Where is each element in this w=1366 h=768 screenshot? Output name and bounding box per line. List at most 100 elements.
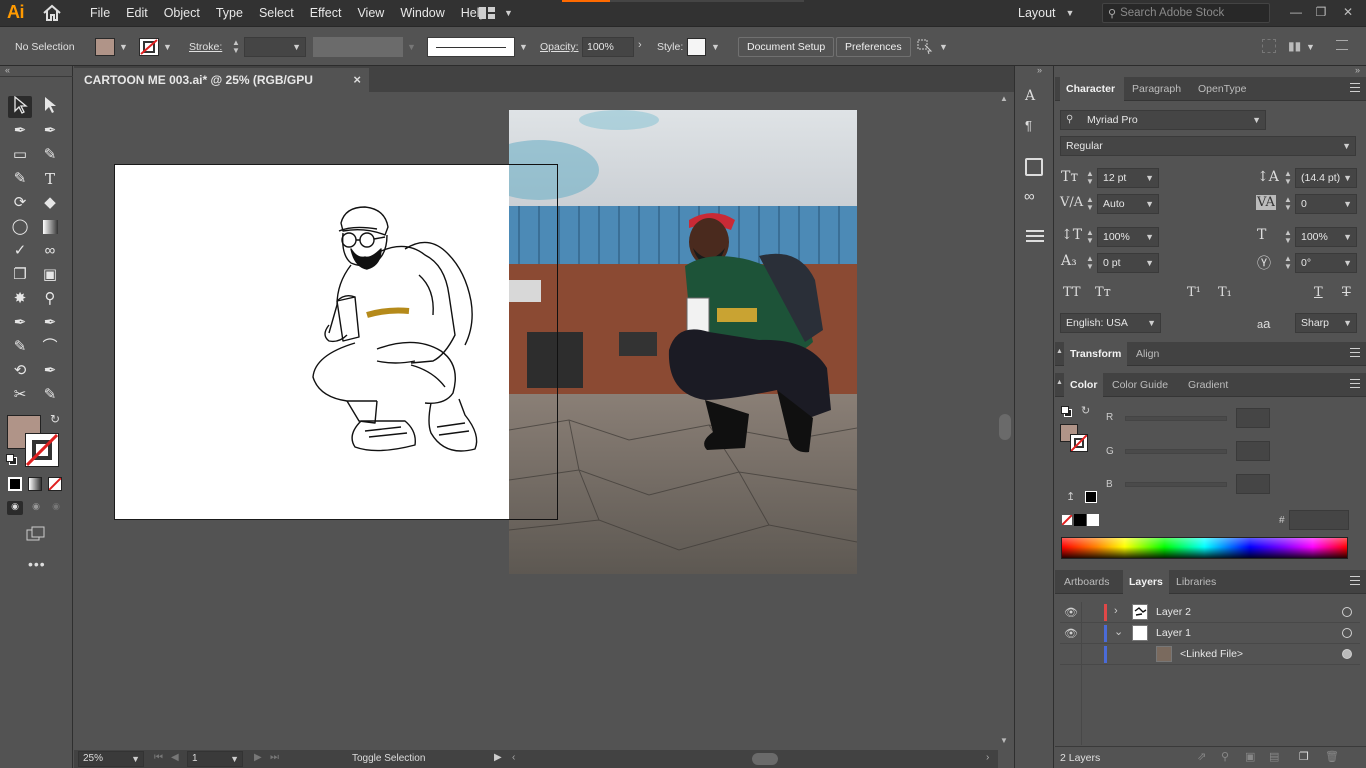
chevron-down-icon[interactable]: ▼ (407, 42, 416, 52)
delete-layer-icon[interactable]: 🗑 (1325, 750, 1339, 763)
anti-alias-dropdown[interactable]: Sharp ▼ (1295, 313, 1357, 333)
graphic-style-swatch[interactable] (687, 38, 706, 56)
subscript-button[interactable]: T₁ (1218, 285, 1232, 300)
leading-field[interactable]: (14.4 pt) ▼ (1295, 168, 1357, 188)
blend-tool-icon[interactable]: ∞ (38, 240, 62, 262)
tab-align[interactable]: Align (1130, 342, 1165, 366)
collapse-panel-icon[interactable]: « (5, 65, 10, 75)
canvas[interactable] (74, 92, 998, 750)
next-artboard-icon[interactable]: ▶ (254, 752, 262, 763)
status-menu-arrow-icon[interactable]: ▶ (494, 752, 502, 763)
chevron-right-icon[interactable]: › (1114, 605, 1118, 617)
artboard-number-field[interactable]: 1 ▼ (187, 751, 243, 767)
menu-view[interactable]: View (349, 0, 392, 26)
panel-menu-icon[interactable] (1350, 576, 1360, 585)
layer-row-linked-file[interactable]: <Linked File> (1060, 644, 1360, 665)
kerning-stepper[interactable]: ▲ ▼ (1086, 196, 1094, 212)
stroke-swatch[interactable] (25, 433, 59, 467)
select-similar-icon[interactable] (916, 38, 934, 56)
web-safe-black-swatch[interactable] (1085, 491, 1097, 503)
artboard-tool-icon[interactable]: ▣ (38, 264, 62, 286)
horizontal-scroll-thumb[interactable] (752, 753, 778, 765)
kerning-field[interactable]: Auto ▼ (1097, 194, 1159, 214)
magic-wand-tool-icon[interactable]: ✸ (8, 288, 32, 310)
scroll-right-icon[interactable]: › (986, 752, 989, 763)
channel-r-slider[interactable] (1125, 416, 1227, 421)
scissors-tool-icon[interactable]: ✂ (8, 384, 32, 406)
hex-field[interactable] (1289, 510, 1349, 530)
chevron-down-icon[interactable]: ▼ (1306, 42, 1315, 52)
tab-color[interactable]: Color (1064, 373, 1104, 397)
scroll-down-icon[interactable]: ▼ (1000, 736, 1008, 745)
gradient-tool-icon[interactable] (38, 216, 62, 238)
white-swatch[interactable] (1087, 514, 1099, 526)
distribute-icon[interactable]: ▮▮ (1288, 39, 1302, 53)
panel-menu-icon[interactable] (1350, 83, 1360, 92)
panel-collapse-arrow-icon[interactable]: ▲ (1056, 348, 1063, 355)
locate-object-icon[interactable]: ⚲ (1221, 750, 1229, 763)
align-icon[interactable] (1262, 39, 1276, 53)
default-colors-icon[interactable] (1061, 406, 1073, 418)
cartoon-line-art[interactable] (115, 165, 559, 521)
tab-transform[interactable]: Transform (1064, 342, 1128, 366)
menu-object[interactable]: Object (156, 0, 208, 26)
layer-name[interactable]: Layer 1 (1156, 627, 1191, 639)
pen-tool-icon[interactable]: ✒ (8, 120, 32, 142)
layer-row-layer-2[interactable]: 👁 › Layer 2 (1060, 602, 1360, 623)
tracking-stepper[interactable]: ▲ ▼ (1284, 196, 1292, 212)
curvature-tool-icon[interactable]: ✒ (38, 120, 62, 142)
add-anchor-point-tool-icon[interactable]: ✒ (38, 312, 62, 334)
baseline-shift-field[interactable]: 0 pt ▼ (1097, 253, 1159, 273)
restore-icon[interactable]: ❐ (1311, 3, 1331, 21)
menu-select[interactable]: Select (251, 0, 302, 26)
menu-window[interactable]: Window (392, 0, 452, 26)
workspace-switcher[interactable]: Layout ▼ (1018, 0, 1074, 26)
chevron-down-icon[interactable]: ▼ (711, 42, 720, 52)
stroke-label[interactable]: Stroke: (189, 41, 222, 53)
type-tool-icon[interactable]: T (38, 168, 62, 190)
free-transform-tool-icon[interactable]: ◯ (8, 216, 32, 238)
chevron-right-icon[interactable]: › (638, 39, 642, 51)
last-artboard-icon[interactable]: ⏭ (270, 752, 279, 763)
tab-artboards[interactable]: Artboards (1058, 570, 1116, 594)
collapse-panels-icon[interactable]: » (1355, 65, 1360, 75)
arc-tool-icon[interactable]: ⌒ (38, 336, 62, 358)
document-tab[interactable]: CARTOON ME 003.ai* @ 25% (RGB/GPU Previe… (74, 68, 369, 111)
baseline-shift-stepper[interactable]: ▲ ▼ (1086, 255, 1094, 271)
collect-export-icon[interactable]: ⇗ (1197, 750, 1206, 763)
character-panel-icon[interactable]: A (1025, 88, 1035, 104)
menu-edit[interactable]: Edit (118, 0, 156, 26)
out-of-gamut-icon[interactable]: ↥ (1066, 490, 1075, 503)
make-clipping-mask-icon[interactable]: ▣ (1245, 750, 1255, 763)
menu-file[interactable]: File (82, 0, 118, 26)
panel-menu-icon[interactable] (1350, 379, 1360, 388)
channel-g-field[interactable] (1236, 441, 1270, 461)
channel-r-field[interactable] (1236, 408, 1270, 428)
layer-target-icon[interactable] (1342, 649, 1352, 659)
close-window-icon[interactable]: ✕ (1338, 3, 1358, 21)
stock-search-input[interactable]: ⚲ Search Adobe Stock (1102, 3, 1270, 23)
rotate-tool-icon[interactable]: ⟳ (8, 192, 32, 214)
paragraph-styles-icon[interactable]: ¶ (1025, 118, 1032, 133)
swap-fill-stroke-icon[interactable]: ↻ (50, 412, 60, 426)
preferences-button[interactable]: Preferences (836, 37, 911, 57)
fill-color-swatch[interactable] (95, 38, 115, 56)
eraser-tool-icon[interactable]: ◆ (38, 192, 62, 214)
brush-definition[interactable] (427, 37, 515, 57)
tab-layers[interactable]: Layers (1123, 570, 1169, 594)
draw-normal-icon[interactable]: ◉ (7, 501, 23, 515)
draw-inside-icon[interactable]: ◉ (48, 501, 64, 515)
scroll-up-icon[interactable]: ▲ (1000, 94, 1008, 103)
chevron-down-icon[interactable]: ⌄ (1114, 625, 1123, 638)
visibility-eye-icon[interactable]: 👁 (1064, 627, 1078, 640)
first-artboard-icon[interactable]: ⏮ (154, 752, 163, 763)
screen-mode-icon[interactable] (26, 526, 46, 542)
menu-effect[interactable]: Effect (302, 0, 350, 26)
font-family-dropdown[interactable]: ⚲ Myriad Pro ▼ (1060, 110, 1266, 130)
layer-target-icon[interactable] (1342, 607, 1352, 617)
color-mode-button[interactable] (8, 477, 22, 491)
minimize-icon[interactable]: — (1286, 3, 1306, 21)
color-spectrum[interactable] (1061, 537, 1348, 559)
rectangle-tool-icon[interactable]: ▭ (8, 144, 32, 166)
layers-collapse-icon[interactable] (1026, 230, 1044, 242)
